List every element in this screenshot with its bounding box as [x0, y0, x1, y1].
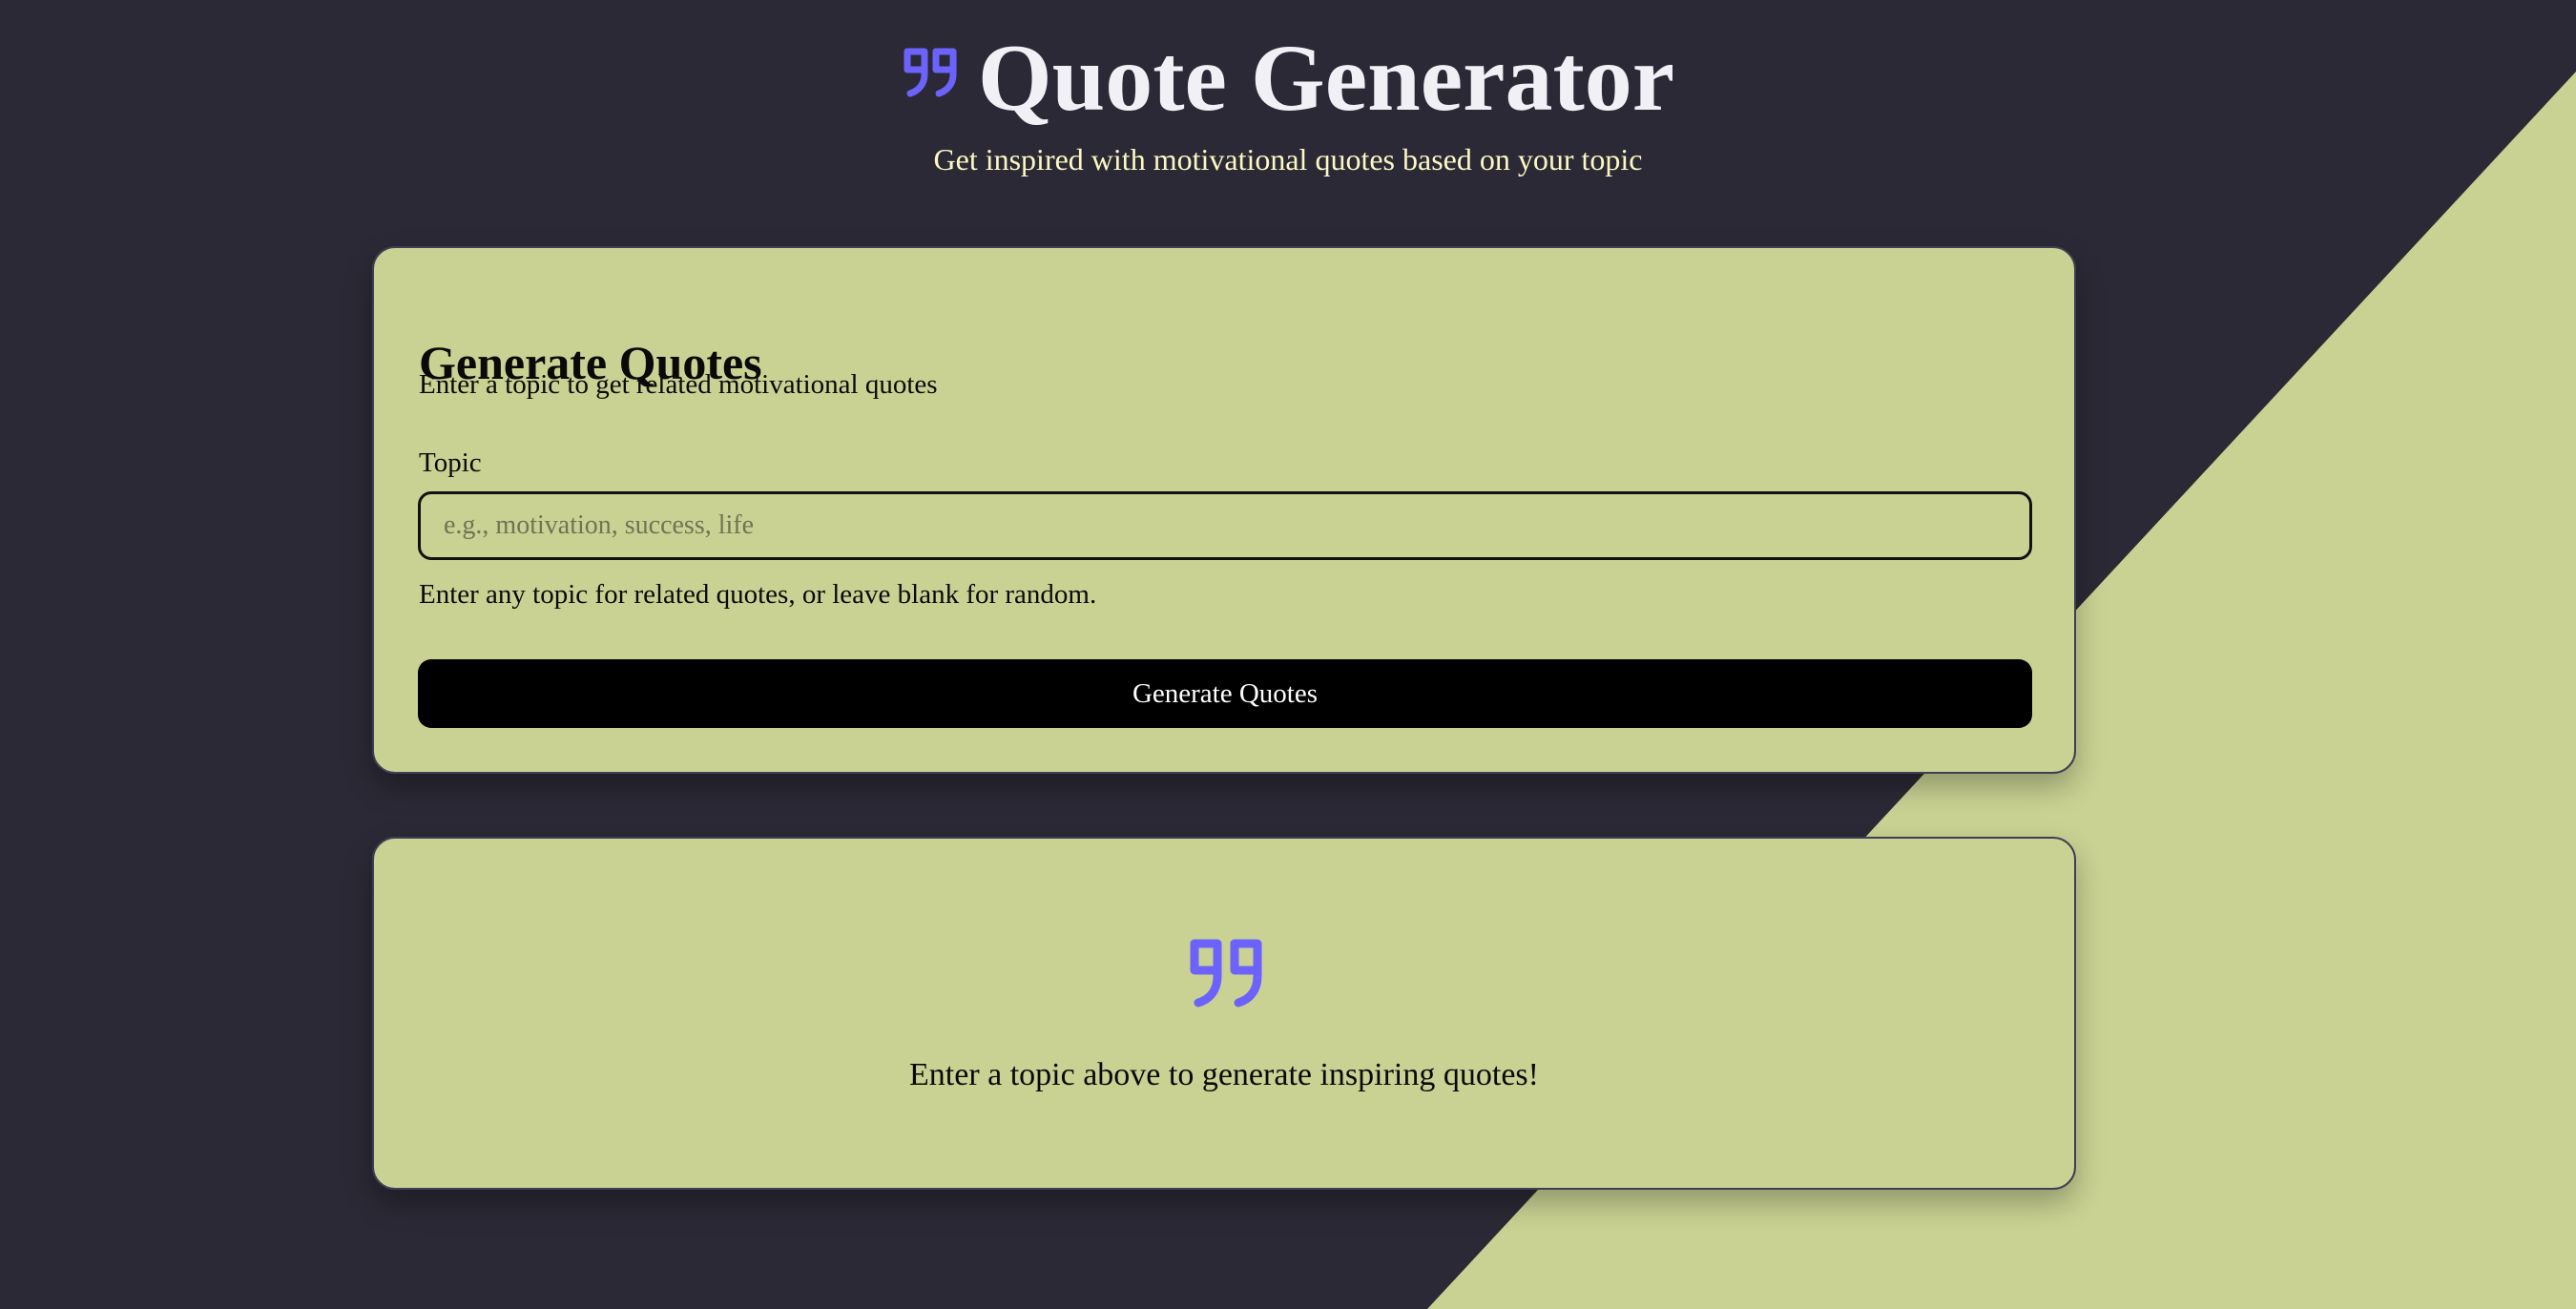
quotes-empty-state-card: Enter a topic above to generate inspirin… — [372, 837, 2076, 1190]
title-row: Quote Generator — [0, 21, 2576, 135]
topic-label: Topic — [419, 447, 482, 478]
topic-helper-text: Enter any topic for related quotes, or l… — [419, 579, 1097, 610]
page-subtitle: Get inspired with motivational quotes ba… — [933, 142, 1643, 177]
generate-quotes-card: Generate Quotes Enter a topic to get rel… — [372, 246, 2076, 774]
generate-quotes-button[interactable]: Generate Quotes — [418, 659, 2032, 728]
topic-input[interactable] — [418, 491, 2032, 560]
card-description: Enter a topic to get related motivationa… — [419, 369, 938, 400]
quote-icon — [904, 48, 957, 97]
page-title: Quote Generator — [977, 25, 1675, 131]
empty-state-message: Enter a topic above to generate inspirin… — [909, 1057, 1539, 1092]
quote-icon — [1190, 939, 1262, 1008]
